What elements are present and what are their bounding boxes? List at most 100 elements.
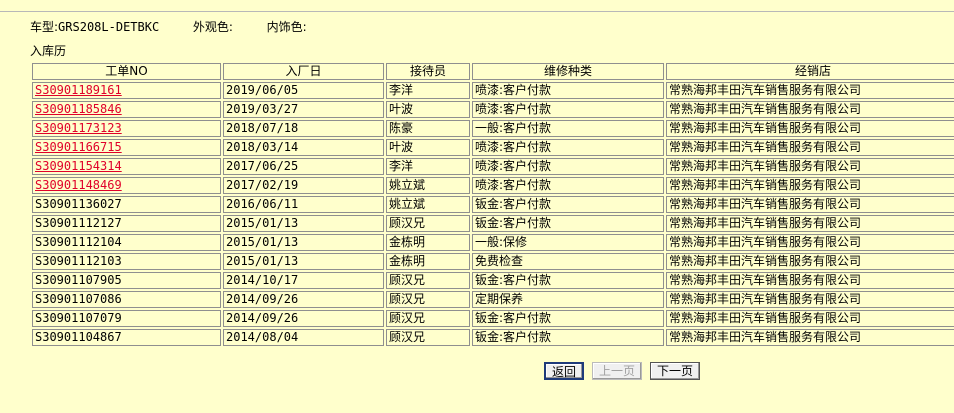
advisor-cell: 叶波 (386, 101, 470, 118)
dealer-cell: 常熟海邦丰田汽车销售服务有限公司 (666, 272, 954, 289)
order-no-link[interactable]: S30901173123 (35, 121, 122, 135)
pager: 返回 上一页 下一页 (544, 362, 701, 380)
col-header-dealer: 经销店 (666, 63, 954, 80)
dealer-cell: 常熟海邦丰田汽车销售服务有限公司 (666, 82, 954, 99)
repair-type-cell: 钣金:客户付款 (472, 215, 664, 232)
dealer-cell: 常熟海邦丰田汽车销售服务有限公司 (666, 310, 954, 327)
advisor-cell: 姚立斌 (386, 177, 470, 194)
advisor-cell: 顾汉兄 (386, 310, 470, 327)
date-cell: 2019/06/05 (223, 82, 384, 99)
table-row: S30901107905 2014/10/17 顾汉兄 钣金:客户付款 常熟海邦丰田汽车… (32, 272, 954, 289)
prev-page-button: 上一页 (592, 362, 643, 380)
order-no-link[interactable]: S30901166715 (35, 140, 122, 154)
next-page-button[interactable]: 下一页 (650, 362, 701, 380)
advisor-cell: 金栋明 (386, 253, 470, 270)
advisor-cell: 顾汉兄 (386, 329, 470, 346)
top-divider (0, 11, 954, 12)
date-cell: 2018/03/14 (223, 139, 384, 156)
repair-type-cell: 钣金:客户付款 (472, 329, 664, 346)
repair-type-cell: 一般:客户付款 (472, 120, 664, 137)
back-button[interactable]: 返回 (544, 362, 585, 380)
advisor-cell: 顾汉兄 (386, 215, 470, 232)
table-row: S30901148469 2017/02/19 姚立斌 喷漆:客户付款 常熟海邦丰田汽车… (32, 177, 954, 194)
repair-type-cell: 喷漆:客户付款 (472, 177, 664, 194)
repair-type-cell: 喷漆:客户付款 (472, 139, 664, 156)
col-header-date: 入厂日 (223, 63, 384, 80)
order-no-link[interactable]: S30901185846 (35, 102, 122, 116)
repair-type-cell: 钣金:客户付款 (472, 196, 664, 213)
table-row: S30901112104 2015/01/13 金栋明 一般:保修 常熟海邦丰田汽车销售… (32, 234, 954, 251)
advisor-cell: 顾汉兄 (386, 272, 470, 289)
dealer-cell: 常熟海邦丰田汽车销售服务有限公司 (666, 120, 954, 137)
order-no-cell[interactable]: S30901148469 (32, 177, 221, 194)
repair-type-cell: 喷漆:客户付款 (472, 101, 664, 118)
date-cell: 2014/09/26 (223, 291, 384, 308)
table-row: S30901107086 2014/09/26 顾汉兄 定期保养 常熟海邦丰田汽车销售服… (32, 291, 954, 308)
advisor-cell: 陈豪 (386, 120, 470, 137)
model-label: 车型: (30, 20, 59, 34)
order-no-cell: S30901107086 (32, 291, 221, 308)
order-no-link[interactable]: S30901154314 (35, 159, 122, 173)
date-cell: 2015/01/13 (223, 215, 384, 232)
order-no-cell: S30901112127 (32, 215, 221, 232)
order-no-cell: S30901104867 (32, 329, 221, 346)
table-row: S30901136027 2016/06/11 姚立斌 钣金:客户付款 常熟海邦丰田汽车… (32, 196, 954, 213)
order-no-cell[interactable]: S30901185846 (32, 101, 221, 118)
date-cell: 2014/08/04 (223, 329, 384, 346)
table-row: S30901166715 2018/03/14 叶波 喷漆:客户付款 常熟海邦丰田汽车销… (32, 139, 954, 156)
repair-type-cell: 钣金:客户付款 (472, 272, 664, 289)
table-row: S30901154314 2017/06/25 李洋 喷漆:客户付款 常熟海邦丰田汽车销… (32, 158, 954, 175)
repair-type-cell: 钣金:客户付款 (472, 310, 664, 327)
order-no-link[interactable]: S30901189161 (35, 83, 122, 97)
dealer-cell: 常熟海邦丰田汽车销售服务有限公司 (666, 253, 954, 270)
vehicle-info: 车型:GRS208L-DETBKC 外观色: 内饰色: (30, 19, 307, 35)
exterior-color-label: 外观色: (192, 20, 233, 34)
dealer-cell: 常熟海邦丰田汽车销售服务有限公司 (666, 139, 954, 156)
date-cell: 2019/03/27 (223, 101, 384, 118)
service-history-table: 工单NO 入厂日 接待员 维修种类 经销店 S30901189161 2019/0… (30, 61, 954, 348)
dealer-cell: 常熟海邦丰田汽车销售服务有限公司 (666, 196, 954, 213)
table-row: S30901112127 2015/01/13 顾汉兄 钣金:客户付款 常熟海邦丰田汽车… (32, 215, 954, 232)
advisor-cell: 叶波 (386, 139, 470, 156)
repair-type-cell: 定期保养 (472, 291, 664, 308)
order-no-cell[interactable]: S30901173123 (32, 120, 221, 137)
date-cell: 2018/07/18 (223, 120, 384, 137)
order-no-cell: S30901136027 (32, 196, 221, 213)
dealer-cell: 常熟海邦丰田汽车销售服务有限公司 (666, 177, 954, 194)
table-row: S30901112103 2015/01/13 金栋明 免费检查 常熟海邦丰田汽车销售服… (32, 253, 954, 270)
dealer-cell: 常熟海邦丰田汽车销售服务有限公司 (666, 234, 954, 251)
order-no-cell[interactable]: S30901166715 (32, 139, 221, 156)
model-value: GRS208L-DETBKC (58, 20, 160, 34)
interior-color-label: 内饰色: (266, 20, 307, 34)
dealer-cell: 常熟海邦丰田汽车销售服务有限公司 (666, 291, 954, 308)
table-header-row: 工单NO 入厂日 接待员 维修种类 经销店 (32, 63, 954, 80)
order-no-link[interactable]: S30901148469 (35, 178, 122, 192)
date-cell: 2014/09/26 (223, 310, 384, 327)
advisor-cell: 李洋 (386, 82, 470, 99)
advisor-cell: 李洋 (386, 158, 470, 175)
dealer-cell: 常熟海邦丰田汽车销售服务有限公司 (666, 215, 954, 232)
date-cell: 2014/10/17 (223, 272, 384, 289)
order-no-cell[interactable]: S30901154314 (32, 158, 221, 175)
advisor-cell: 姚立斌 (386, 196, 470, 213)
section-title: 入库历 (30, 44, 67, 58)
order-no-cell: S30901107079 (32, 310, 221, 327)
table-row: S30901107079 2014/09/26 顾汉兄 钣金:客户付款 常熟海邦丰田汽车… (32, 310, 954, 327)
advisor-cell: 金栋明 (386, 234, 470, 251)
date-cell: 2015/01/13 (223, 253, 384, 270)
dealer-cell: 常熟海邦丰田汽车销售服务有限公司 (666, 101, 954, 118)
col-header-order-no: 工单NO (32, 63, 221, 80)
dealer-cell: 常熟海邦丰田汽车销售服务有限公司 (666, 158, 954, 175)
order-no-cell: S30901112104 (32, 234, 221, 251)
repair-type-cell: 喷漆:客户付款 (472, 158, 664, 175)
table-row: S30901104867 2014/08/04 顾汉兄 钣金:客户付款 常熟海邦丰田汽车… (32, 329, 954, 346)
col-header-repair-type: 维修种类 (472, 63, 664, 80)
date-cell: 2016/06/11 (223, 196, 384, 213)
table-row: S30901173123 2018/07/18 陈豪 一般:客户付款 常熟海邦丰田汽车销… (32, 120, 954, 137)
repair-type-cell: 喷漆:客户付款 (472, 82, 664, 99)
order-no-cell[interactable]: S30901189161 (32, 82, 221, 99)
order-no-cell: S30901112103 (32, 253, 221, 270)
table-row: S30901185846 2019/03/27 叶波 喷漆:客户付款 常熟海邦丰田汽车销… (32, 101, 954, 118)
order-no-cell: S30901107905 (32, 272, 221, 289)
repair-type-cell: 免费检查 (472, 253, 664, 270)
